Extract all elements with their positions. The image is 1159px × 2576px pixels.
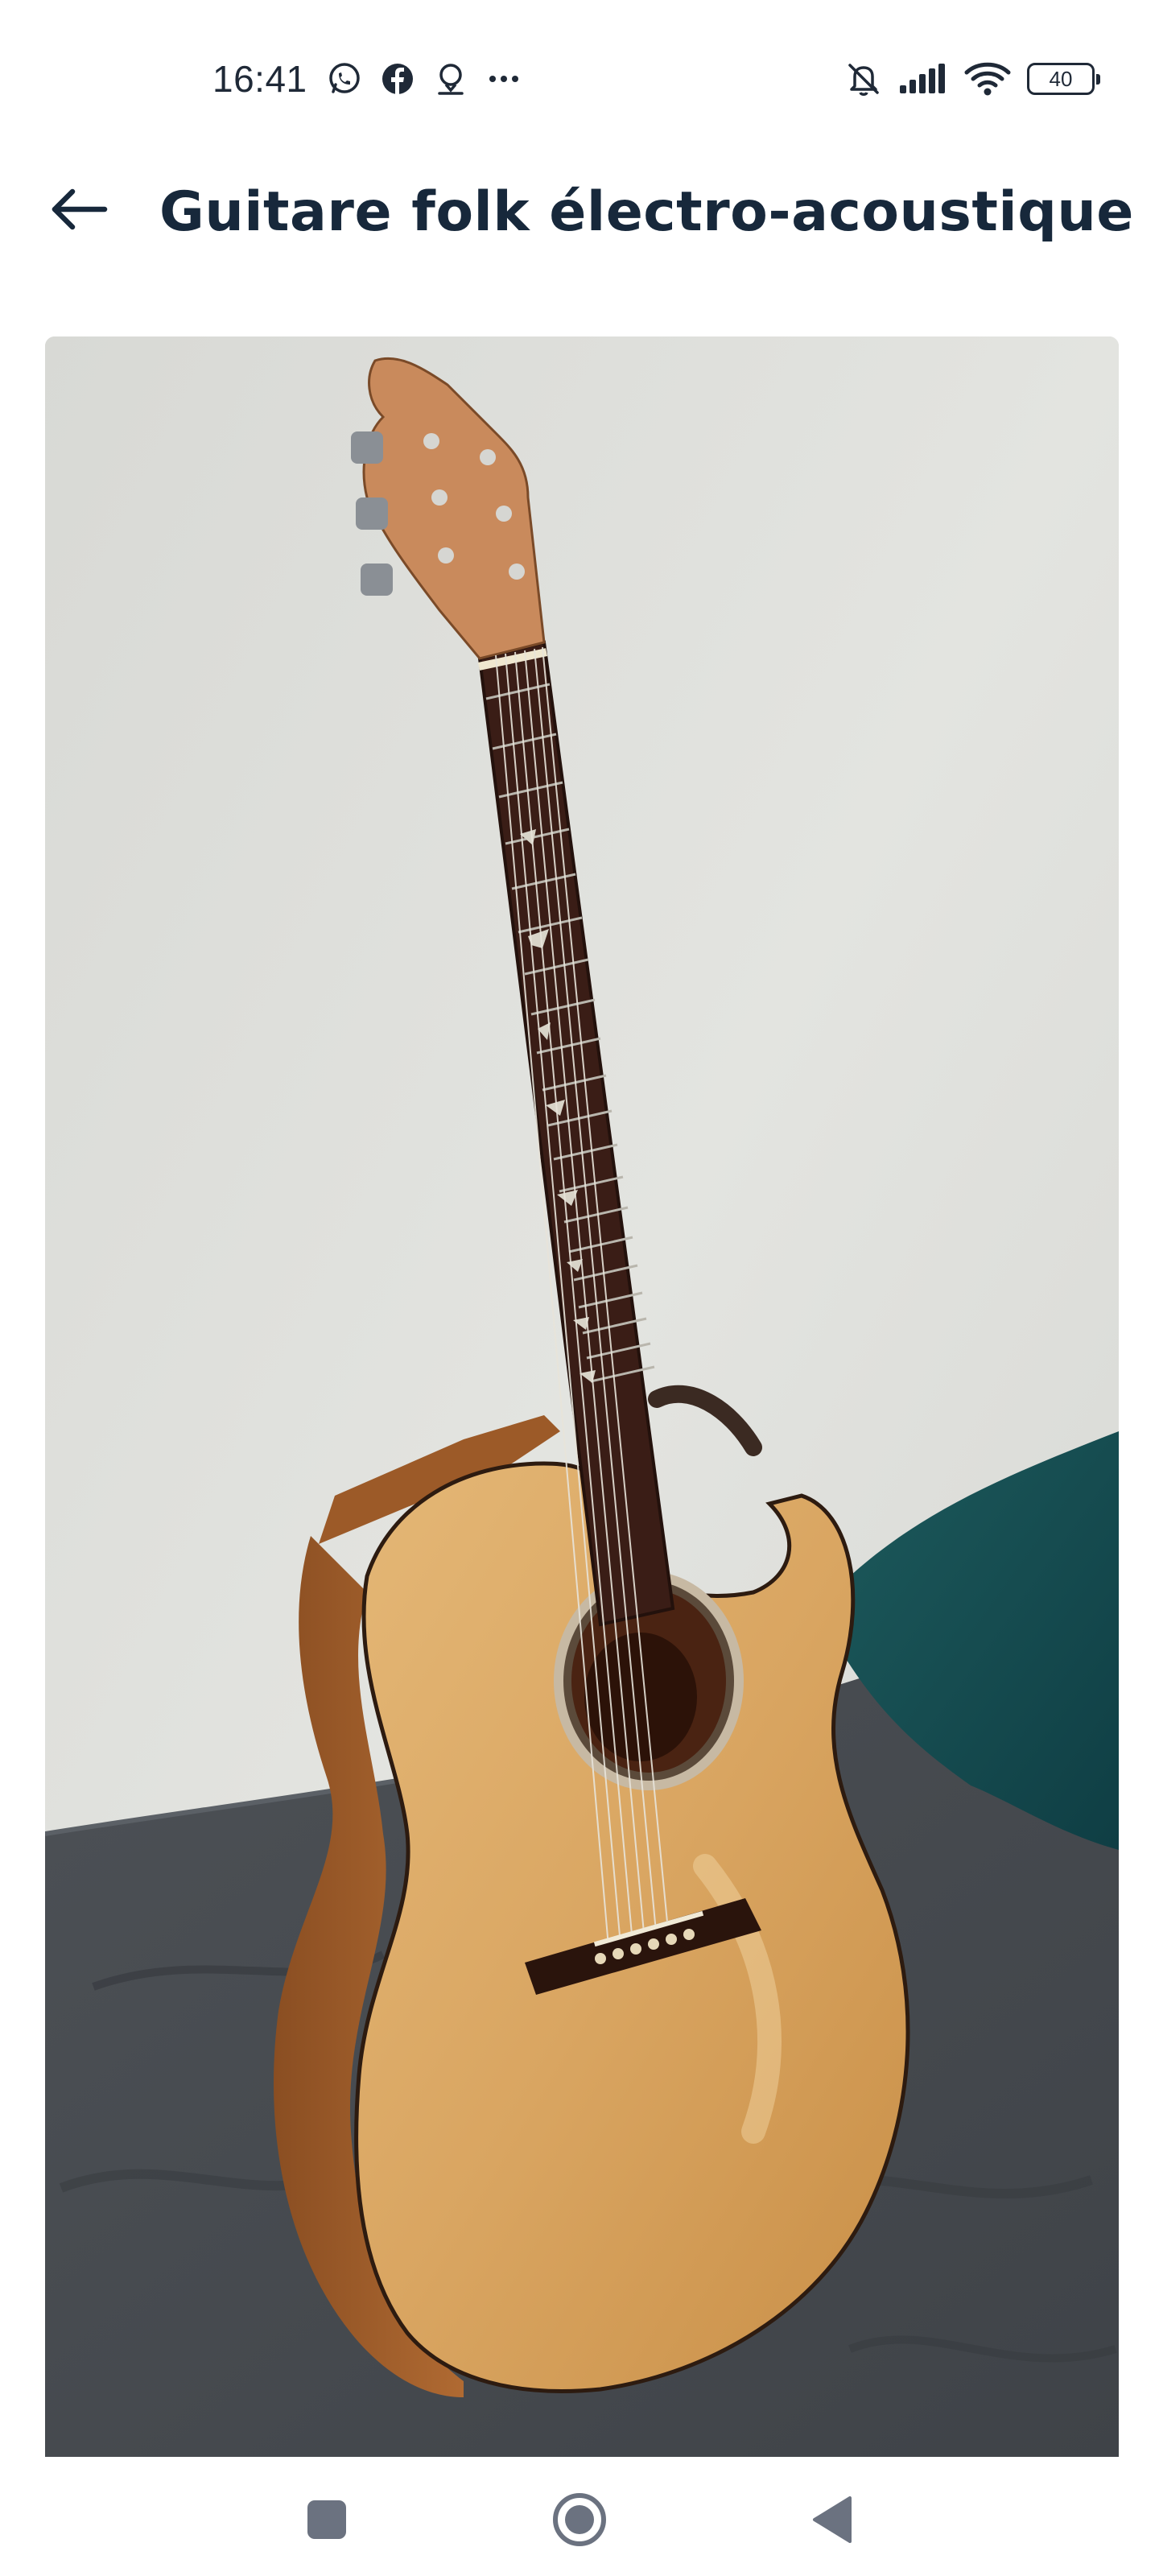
- more-icon: [485, 60, 523, 98]
- battery-icon: 40: [1027, 60, 1100, 98]
- facebook-icon: [378, 60, 417, 98]
- recents-button[interactable]: [287, 2479, 367, 2560]
- bell-muted-icon: [845, 60, 882, 98]
- status-bar: 16:41 40: [0, 0, 1159, 153]
- top-app-bar: Guitare folk électro-acoustique: [0, 153, 1159, 258]
- battery-level: 40: [1027, 63, 1100, 95]
- location-icon: [431, 60, 470, 98]
- acoustic-guitar-photo: [45, 336, 1119, 2457]
- back-triangle-icon: [813, 2496, 852, 2543]
- home-button[interactable]: [539, 2479, 620, 2560]
- page: 16:41 40 Guitare folk électro-acoustique: [0, 0, 1159, 2576]
- status-time: 16:41: [212, 58, 307, 100]
- recents-square-icon: [307, 2500, 346, 2539]
- signal-icon: [898, 60, 948, 98]
- whatsapp-icon: [325, 60, 364, 98]
- navigation-bar: [0, 2457, 1159, 2576]
- page-title: Guitare folk électro-acoustique: [159, 180, 1134, 244]
- notification-icons: [325, 58, 523, 100]
- product-photo[interactable]: [45, 336, 1119, 2457]
- home-circle-icon: [553, 2493, 606, 2546]
- system-icons: 40: [845, 58, 1100, 100]
- wifi-icon: [964, 60, 1011, 98]
- back-nav-button[interactable]: [792, 2479, 872, 2560]
- back-button[interactable]: [39, 169, 119, 250]
- arrow-left-icon: [52, 188, 108, 230]
